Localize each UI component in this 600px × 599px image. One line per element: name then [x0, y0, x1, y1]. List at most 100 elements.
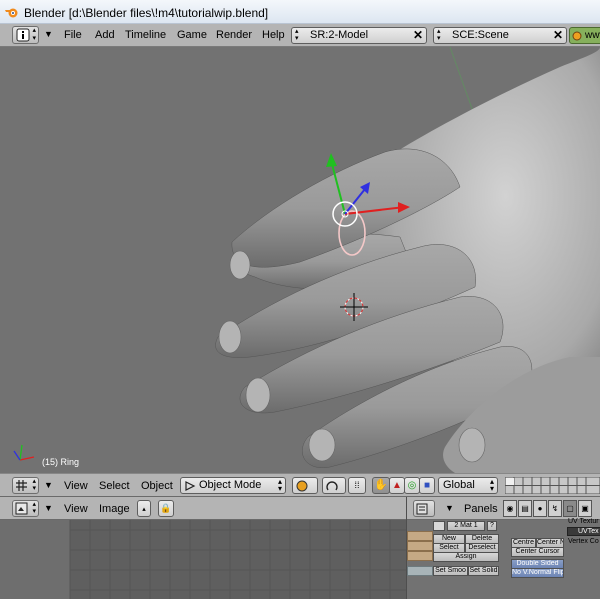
mode-selector[interactable]: Object Mode ▴ ▾ — [180, 477, 286, 494]
uv-grid-area[interactable] — [0, 520, 406, 599]
center-cursor-button[interactable]: Center Cursor — [511, 547, 564, 557]
triangle-icon: ▲ — [392, 480, 402, 491]
color-swatch — [407, 531, 433, 541]
rotate-icon: ◎ — [407, 480, 417, 491]
image-editor-header: ▴▾ ▼ View Image ▴▾ 🔒 — [0, 497, 406, 528]
orientation-selector[interactable]: Global ▴ ▾ — [438, 477, 498, 494]
updown-arrows-icon: ▴▾ — [489, 477, 494, 493]
menu-image[interactable]: Image — [99, 503, 130, 515]
set-smooth-button[interactable]: Set Smoo — [433, 566, 468, 576]
buttons-editor-icon — [416, 503, 428, 515]
image-editor[interactable]: ▴▾ ▼ View Image ▴▾ 🔒 — [0, 497, 406, 599]
snap-button[interactable]: ⁞⁞ — [348, 477, 366, 494]
no-v-normal-flip-button[interactable]: No V.Normal Flip — [511, 568, 564, 578]
set-solid-button[interactable]: Set Solid — [468, 566, 499, 576]
menu-select[interactable]: Select — [99, 480, 130, 492]
extra-label: www — [585, 30, 600, 41]
info-header: ▴ ▾ ▼ File Add Timeline Game Render Help … — [0, 24, 600, 47]
editor-type-button[interactable]: ▴ ▾ — [12, 500, 39, 517]
assign-button[interactable]: Assign — [433, 552, 499, 562]
menu-add[interactable]: Add — [95, 29, 115, 41]
menu-game[interactable]: Game — [177, 29, 207, 41]
color-swatch — [407, 551, 433, 561]
fingernail — [218, 320, 242, 354]
updown-arrows-icon: ▴▾ — [32, 501, 36, 515]
image-editor-icon — [15, 502, 28, 515]
menu-render[interactable]: Render — [216, 29, 252, 41]
orientation-label[interactable]: Global — [443, 479, 475, 491]
scale-icon: ■ — [423, 480, 431, 491]
uv-grid[interactable] — [0, 520, 406, 599]
info-icon — [16, 28, 30, 42]
material-help-button[interactable]: ? — [487, 521, 497, 531]
lock-icon: 🔒 — [160, 503, 172, 513]
delete-screen-icon[interactable]: ✕ — [413, 28, 423, 42]
material-color-box[interactable] — [433, 521, 445, 531]
draw-type-button[interactable] — [292, 477, 318, 494]
fingernail — [245, 377, 271, 413]
menu-file[interactable]: File — [64, 29, 82, 41]
editing-tab-icon[interactable]: ▢ — [563, 500, 577, 517]
updown-arrows-icon: ▴▾ — [295, 28, 299, 42]
menu-timeline[interactable]: Timeline — [125, 29, 166, 41]
3d-viewport[interactable]: (15) Ring — [0, 47, 600, 473]
panels-menu[interactable]: Panels — [464, 503, 498, 515]
hand-manipulator-button[interactable]: ✋ — [372, 477, 390, 494]
web-plugin-indicator[interactable]: www — [569, 27, 600, 44]
pivot-button[interactable] — [322, 477, 346, 494]
object-mode-icon — [185, 481, 196, 491]
logic-tab-icon[interactable]: ◉ — [503, 500, 517, 517]
object-label: (15) Ring — [42, 457, 80, 467]
uvtex-field[interactable]: UVTex — [567, 527, 600, 536]
uvtex-label[interactable]: UVTex — [578, 528, 599, 535]
collapse-menu-icon[interactable]: ▼ — [445, 503, 454, 513]
viewport-scene[interactable] — [0, 47, 600, 473]
axis-gizmo-icon — [13, 444, 35, 461]
fingernail — [458, 427, 486, 463]
updown-arrows-icon: ▴▾ — [277, 477, 282, 493]
material-index-field[interactable]: 2 Mat 1 — [447, 521, 485, 531]
updown-arrows-icon: ▴▾ — [32, 27, 36, 42]
editor-type-button[interactable]: ▴ ▾ — [12, 26, 39, 44]
pivot-icon — [326, 481, 338, 491]
screen-name[interactable]: SR:2-Model — [310, 29, 368, 41]
menu-view[interactable]: View — [64, 480, 88, 492]
collapse-menu-icon[interactable]: ▼ — [44, 503, 53, 513]
shading-tab-icon[interactable]: ● — [533, 500, 547, 517]
editor-type-button[interactable] — [413, 500, 435, 517]
menu-object[interactable]: Object — [141, 480, 173, 492]
updown-arrows-icon: ▴▾ — [32, 478, 36, 492]
blender-logo-icon — [5, 8, 18, 18]
context-tabs[interactable]: ◉ ▤ ● ↯ ▢ ▣ — [503, 500, 600, 517]
menu-help[interactable]: Help — [262, 29, 285, 41]
buttons-window[interactable]: ▼ Panels ◉ ▤ ● ↯ ▢ ▣ 2 Mat 1 ? New Delet… — [406, 497, 600, 599]
scene-selector[interactable]: ▴ ▾ SCE:Scene ✕ — [433, 27, 567, 44]
hand-icon: ✋ — [374, 479, 388, 491]
uv-texture-label: UV Textur — [568, 518, 599, 525]
image-browse-button[interactable]: ▴▾ — [137, 500, 151, 528]
collapse-menu-icon[interactable]: ▼ — [44, 29, 53, 39]
grid-icon — [16, 480, 27, 491]
scene-name[interactable]: SCE:Scene — [452, 29, 509, 41]
scene-tab-icon[interactable]: ▣ — [578, 500, 592, 517]
script-tab-icon[interactable]: ▤ — [518, 500, 532, 517]
menu-view[interactable]: View — [64, 503, 88, 515]
translate-manipulator-button[interactable]: ▲ — [389, 477, 405, 494]
screen-selector[interactable]: ▴ ▾ SR:2-Model ✕ — [291, 27, 427, 44]
editor-type-button[interactable]: ▴ ▾ — [12, 477, 39, 494]
buttons-header: ▼ Panels ◉ ▤ ● ↯ ▢ ▣ — [407, 497, 600, 520]
pin-image-button[interactable]: 🔒 — [158, 500, 174, 517]
scale-manipulator-button[interactable]: ■ — [419, 477, 435, 494]
window-titlebar: Blender [d:\Blender files\!m4\tutorialwi… — [0, 0, 600, 24]
fingernail — [308, 428, 336, 462]
delete-scene-icon[interactable]: ✕ — [553, 28, 563, 42]
fingernail — [229, 250, 251, 280]
3d-view-header: ▴ ▾ ▼ View Select Object Object Mode ▴ ▾ ⁞… — [0, 473, 600, 497]
rotate-manipulator-button[interactable]: ◎ — [404, 477, 420, 494]
snap-icon: ⁞⁞ — [354, 480, 360, 490]
mode-label[interactable]: Object Mode — [199, 479, 261, 491]
object-tab-icon[interactable]: ↯ — [548, 500, 562, 517]
layer-buttons[interactable] — [504, 476, 600, 495]
vertex-color-label: Vertex Co — [568, 538, 599, 545]
collapse-menu-icon[interactable]: ▼ — [44, 480, 53, 490]
